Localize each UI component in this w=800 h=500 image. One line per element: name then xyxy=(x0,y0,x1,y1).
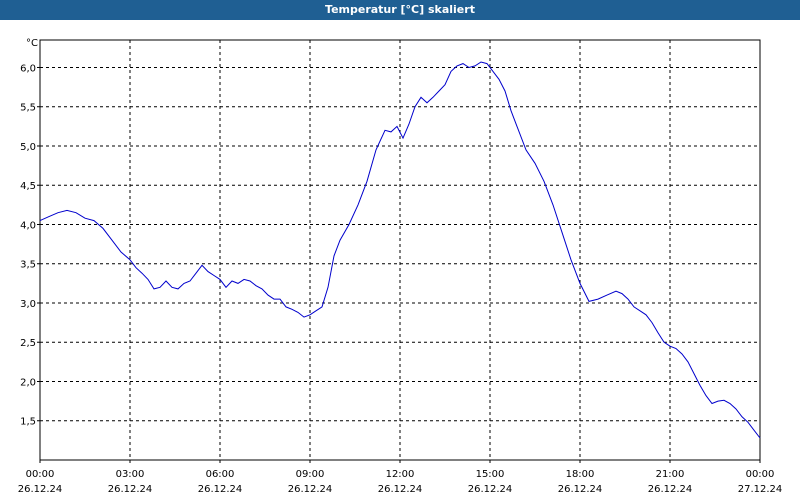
x-tick-date-label: 26.12.24 xyxy=(648,484,693,495)
x-tick-date-label: 27.12.24 xyxy=(738,484,783,495)
x-tick-date-label: 26.12.24 xyxy=(198,484,243,495)
x-tick-time-label: 00:00 xyxy=(746,469,775,480)
y-tick-label: 4,0 xyxy=(20,220,36,231)
y-tick-label: 5,5 xyxy=(20,103,36,114)
x-tick-date-label: 26.12.24 xyxy=(18,484,63,495)
y-axis: 1,5 2,0 2,5 3,0 3,5 4,0 4,5 5,0 5,5 6,0 xyxy=(20,63,40,428)
y-tick-label: 4,5 xyxy=(20,181,36,192)
x-tick-time-label: 15:00 xyxy=(476,469,505,480)
x-tick-time-label: 21:00 xyxy=(656,469,685,480)
y-tick-label: 3,5 xyxy=(20,260,36,271)
grid xyxy=(40,40,760,460)
x-tick-time-label: 09:00 xyxy=(296,469,325,480)
y-tick-label: 6,0 xyxy=(20,63,36,74)
x-tick-time-label: 18:00 xyxy=(566,469,595,480)
x-tick-date-label: 26.12.24 xyxy=(558,484,603,495)
y-tick-label: 2,5 xyxy=(20,338,36,349)
y-tick-label: 5,0 xyxy=(20,142,36,153)
x-tick-time-label: 06:00 xyxy=(206,469,235,480)
y-tick-label: 1,5 xyxy=(20,417,36,428)
x-tick-date-label: 26.12.24 xyxy=(108,484,153,495)
y-tick-label: 3,0 xyxy=(20,299,36,310)
temperature-chart: 1,5 2,0 2,5 3,0 3,5 4,0 4,5 5,0 5,5 6,0 00:00 26.1… xyxy=(18,38,783,495)
chart-title: Temperatur [°C] skaliert xyxy=(0,0,800,20)
x-tick-date-label: 26.12.24 xyxy=(378,484,423,495)
y-axis-unit: °C xyxy=(26,38,38,49)
x-tick-date-label: 26.12.24 xyxy=(288,484,333,495)
x-tick-time-label: 00:00 xyxy=(26,469,55,480)
x-axis: 00:00 26.12.24 03:00 26.12.24 06:00 26.12.24 0… xyxy=(18,460,783,495)
x-tick-date-label: 26.12.24 xyxy=(468,484,513,495)
x-tick-time-label: 03:00 xyxy=(116,469,145,480)
y-tick-label: 2,0 xyxy=(20,377,36,388)
x-tick-time-label: 12:00 xyxy=(386,469,415,480)
